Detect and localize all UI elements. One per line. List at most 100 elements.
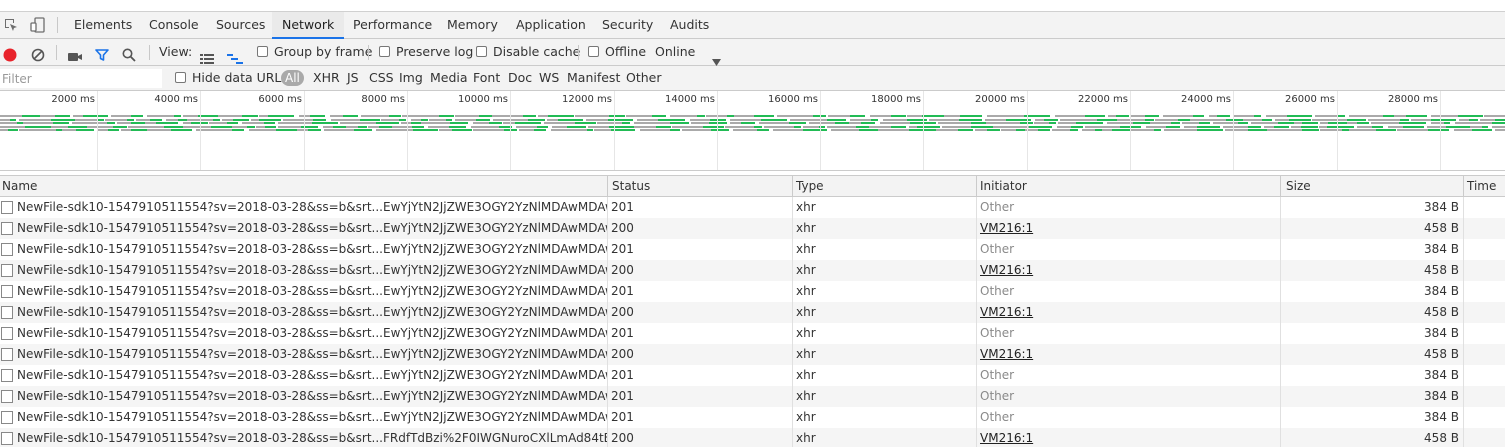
overview-download-bar <box>171 129 192 131</box>
tab-application[interactable]: Application <box>506 12 596 39</box>
table-row[interactable]: NewFile-sdk10-1547910511554?sv=2018-03-2… <box>0 302 1505 323</box>
throttling-select[interactable]: Online <box>655 39 695 65</box>
table-row[interactable]: NewFile-sdk10-1547910511554?sv=2018-03-2… <box>0 386 1505 407</box>
inspect-element-icon[interactable] <box>3 17 19 33</box>
request-initiator[interactable]: VM216:1 <box>977 218 1281 239</box>
waterfall-overview-icon[interactable] <box>227 47 243 64</box>
hide-data-urls-checkbox[interactable]: Hide data URLs <box>175 66 288 90</box>
disable-cache-checkbox[interactable]: Disable cache <box>476 39 580 65</box>
type-filter-other[interactable]: Other <box>626 66 662 90</box>
overview-download-bar <box>8 129 18 131</box>
tab-audits[interactable]: Audits <box>660 12 719 39</box>
type-filter-xhr[interactable]: XHR <box>313 66 340 90</box>
tab-memory[interactable]: Memory <box>437 12 508 39</box>
request-initiator[interactable]: VM216:1 <box>977 302 1281 323</box>
request-name[interactable]: NewFile-sdk10-1547910511554?sv=2018-03-2… <box>0 407 608 428</box>
overview-download-bar <box>917 126 940 128</box>
overview-download-bar <box>711 129 729 131</box>
overview-waiting-bar <box>1266 115 1287 117</box>
clear-icon[interactable] <box>31 45 45 62</box>
column-header-size[interactable]: Size <box>1281 176 1464 197</box>
table-row[interactable]: NewFile-sdk10-1547910511554?sv=2018-03-2… <box>0 239 1505 260</box>
request-name[interactable]: NewFile-sdk10-1547910511554?sv=2018-03-2… <box>0 386 608 407</box>
overview-download-bar <box>960 115 982 117</box>
request-initiator[interactable]: VM216:1 <box>977 428 1281 447</box>
type-filter-font[interactable]: Font <box>473 66 500 90</box>
request-name[interactable]: NewFile-sdk10-1547910511554?sv=2018-03-2… <box>0 344 608 365</box>
request-name[interactable]: NewFile-sdk10-1547910511554?sv=2018-03-2… <box>0 218 608 239</box>
column-header-time[interactable]: Time <box>1464 176 1505 197</box>
tab-elements[interactable]: Elements <box>64 12 142 39</box>
type-filter-js[interactable]: JS <box>347 66 359 90</box>
request-time <box>1464 344 1505 365</box>
group-by-frame-checkbox[interactable]: Group by frame <box>257 39 372 65</box>
table-row[interactable]: NewFile-sdk10-1547910511554?sv=2018-03-2… <box>0 365 1505 386</box>
overview-waiting-bar <box>455 119 476 121</box>
request-initiator[interactable]: VM216:1 <box>977 260 1281 281</box>
overview-download-bar <box>268 115 294 117</box>
overview-tick-label: 24000 ms <box>1181 94 1231 105</box>
request-name[interactable]: NewFile-sdk10-1547910511554?sv=2018-03-2… <box>0 323 608 344</box>
offline-checkbox[interactable]: Offline <box>588 39 646 65</box>
table-row[interactable]: NewFile-sdk10-1547910511554?sv=2018-03-2… <box>0 407 1505 428</box>
tab-sources[interactable]: Sources <box>206 12 275 39</box>
large-rows-icon[interactable] <box>200 47 214 64</box>
table-row[interactable]: NewFile-sdk10-1547910511554?sv=2018-03-2… <box>0 428 1505 447</box>
column-header-type[interactable]: Type <box>793 176 977 197</box>
filter-icon[interactable] <box>95 45 109 61</box>
tab-security[interactable]: Security <box>592 12 663 39</box>
overview-waiting-bar <box>944 115 960 117</box>
overview-waiting-bar <box>23 122 53 124</box>
overview-waiting-bar <box>1397 129 1428 131</box>
type-filter-ws[interactable]: WS <box>539 66 559 90</box>
overview-tick-label: 22000 ms <box>1078 94 1128 105</box>
type-filter-css[interactable]: CSS <box>369 66 394 90</box>
column-header-name[interactable]: Name <box>0 176 608 197</box>
request-name[interactable]: NewFile-sdk10-1547910511554?sv=2018-03-2… <box>0 302 608 323</box>
tab-network[interactable]: Network <box>272 12 345 39</box>
type-filter-doc[interactable]: Doc <box>508 66 532 90</box>
overview-download-bar <box>741 122 755 124</box>
column-header-status[interactable]: Status <box>608 176 793 197</box>
request-name[interactable]: NewFile-sdk10-1547910511554?sv=2018-03-2… <box>0 281 608 302</box>
overview-download-bar <box>450 122 468 124</box>
request-type: xhr <box>793 239 977 260</box>
tab-separator <box>57 17 58 33</box>
column-header-initiator[interactable]: Initiator <box>977 176 1281 197</box>
table-row[interactable]: NewFile-sdk10-1547910511554?sv=2018-03-2… <box>0 218 1505 239</box>
request-size: 458 B <box>1281 344 1464 365</box>
type-filter-img[interactable]: Img <box>399 66 423 90</box>
overview-download-bar <box>411 122 421 124</box>
type-filter-manifest[interactable]: Manifest <box>567 66 620 90</box>
table-row[interactable]: NewFile-sdk10-1547910511554?sv=2018-03-2… <box>0 197 1505 218</box>
record-button[interactable] <box>3 45 17 62</box>
capture-screenshots-icon[interactable] <box>67 46 83 61</box>
table-row[interactable]: NewFile-sdk10-1547910511554?sv=2018-03-2… <box>0 323 1505 344</box>
request-initiator[interactable]: VM216:1 <box>977 344 1281 365</box>
dropdown-arrow-icon[interactable] <box>712 49 721 66</box>
overview-waiting-bar <box>183 115 198 117</box>
request-name[interactable]: NewFile-sdk10-1547910511554?sv=2018-03-2… <box>0 260 608 281</box>
request-name[interactable]: NewFile-sdk10-1547910511554?sv=2018-03-2… <box>0 365 608 386</box>
overview-download-bar <box>789 122 806 124</box>
network-overview-timeline[interactable]: 2000 ms 4000 ms 6000 ms 8000 ms 10000 ms 1200… <box>0 91 1505 171</box>
request-name[interactable]: NewFile-sdk10-1547910511554?sv=2018-03-2… <box>0 197 608 218</box>
preserve-log-checkbox[interactable]: Preserve log <box>379 39 473 65</box>
request-name[interactable]: NewFile-sdk10-1547910511554?sv=2018-03-2… <box>0 239 608 260</box>
tab-performance[interactable]: Performance <box>343 12 442 39</box>
request-size: 458 B <box>1281 260 1464 281</box>
overview-download-bar <box>608 119 633 121</box>
request-name[interactable]: NewFile-sdk10-1547910511554?sv=2018-03-2… <box>0 428 608 447</box>
table-header: Name Status Type Initiator Size Time <box>0 175 1505 197</box>
filter-input[interactable] <box>0 69 162 88</box>
search-icon[interactable] <box>122 45 136 62</box>
request-time <box>1464 407 1505 428</box>
device-toolbar-icon[interactable] <box>30 17 46 33</box>
type-filter-media[interactable]: Media <box>430 66 468 90</box>
table-row[interactable]: NewFile-sdk10-1547910511554?sv=2018-03-2… <box>0 281 1505 302</box>
table-row[interactable]: NewFile-sdk10-1547910511554?sv=2018-03-2… <box>0 260 1505 281</box>
table-row[interactable]: NewFile-sdk10-1547910511554?sv=2018-03-2… <box>0 344 1505 365</box>
type-filter-all[interactable]: All <box>281 70 304 86</box>
tab-console[interactable]: Console <box>139 12 209 39</box>
overview-waiting-bar <box>439 129 452 131</box>
